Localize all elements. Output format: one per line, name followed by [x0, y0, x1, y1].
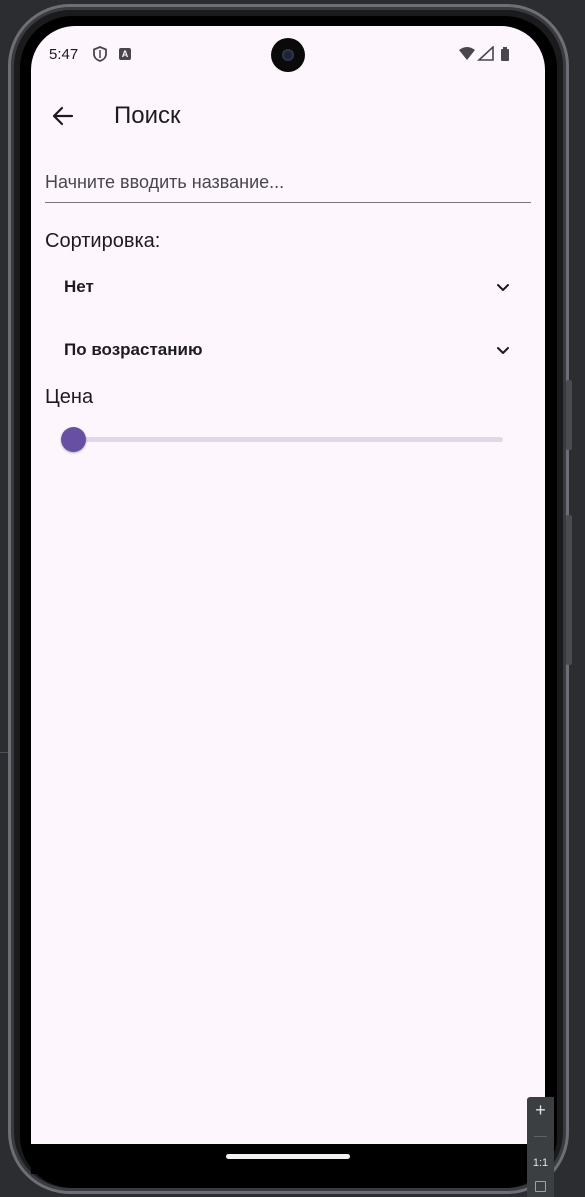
sort-field-value: Нет [64, 277, 94, 296]
power-button[interactable] [566, 380, 572, 450]
search-input[interactable] [45, 156, 531, 202]
price-slider[interactable] [61, 426, 505, 454]
zoom-actual-size-button[interactable]: 1:1 [527, 1153, 554, 1173]
back-button[interactable] [43, 96, 83, 136]
zoom-separator [534, 1136, 547, 1137]
volume-button[interactable] [566, 515, 572, 665]
chevron-down-icon [497, 347, 509, 354]
search-field[interactable] [45, 156, 531, 203]
slider-thumb[interactable] [61, 427, 86, 452]
app-notification-icon: A [119, 48, 131, 60]
zoom-in-button[interactable]: + [527, 1097, 554, 1123]
battery-icon [501, 47, 509, 61]
page-title: Поиск [114, 102, 181, 129]
signal-icon [476, 46, 494, 61]
status-icons [459, 46, 509, 61]
editor-divider [0, 752, 8, 753]
navigation-bar [31, 1144, 545, 1174]
home-gesture-handle[interactable] [226, 1154, 350, 1159]
status-bar: 5:47 A [31, 26, 545, 84]
sort-order-value: По возрастанию [64, 340, 203, 359]
app-bar: Поиск [31, 84, 545, 148]
fit-screen-icon[interactable] [535, 1181, 546, 1192]
chevron-down-icon [497, 284, 509, 291]
sort-label: Сортировка: [45, 230, 161, 252]
camera-lens [282, 49, 294, 61]
wifi-icon [459, 47, 475, 60]
sort-order-dropdown[interactable]: По возрастанию [55, 326, 517, 374]
slider-track[interactable] [73, 437, 503, 442]
sort-field-dropdown[interactable]: Нет [55, 263, 517, 311]
zoom-controls: + 1:1 [527, 1097, 554, 1197]
price-label: Цена [45, 386, 94, 408]
status-time: 5:47 [49, 46, 79, 63]
arrow-left-icon [52, 106, 74, 126]
shield-icon [93, 46, 107, 62]
front-camera [271, 38, 305, 72]
device-screen: 5:47 A Поиск Начните вводить название...… [31, 26, 545, 1144]
